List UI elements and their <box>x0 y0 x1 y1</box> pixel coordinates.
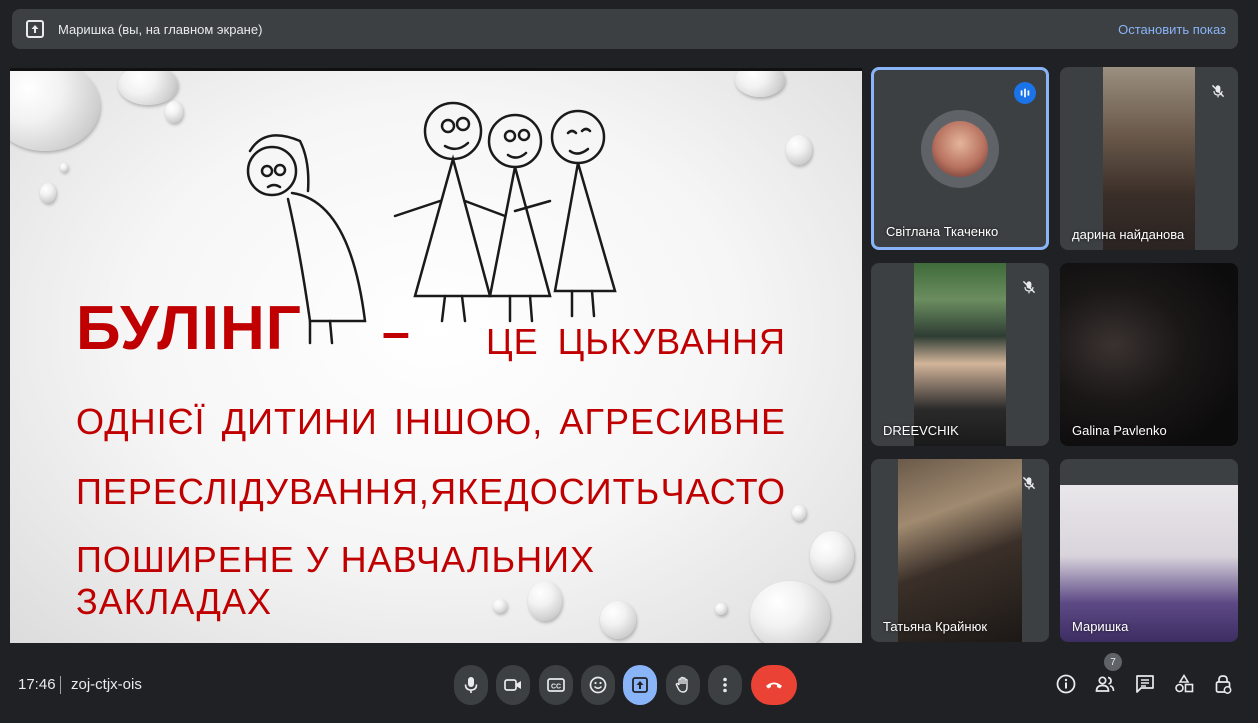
slide-text-line: ПЕРЕСЛІДУВАННЯ, ЯКЕ ДОСИТЬ ЧАСТО <box>76 471 786 513</box>
hang-up-icon <box>766 682 782 689</box>
participant-name: Татьяна Крайнюк <box>883 619 987 634</box>
participant-tile[interactable]: Galina Pavlenko <box>1060 263 1238 446</box>
chat-button[interactable] <box>1134 673 1156 695</box>
participant-count-badge: 7 <box>1104 653 1122 671</box>
slide-word: ПОШИРЕНЕ У НАВЧАЛЬНИХ ЗАКЛАДАХ <box>76 539 595 622</box>
slide-word: АГРЕСИВНЕ <box>559 401 786 442</box>
slide-dash: – <box>382 304 410 360</box>
meeting-details-button[interactable] <box>1055 673 1077 695</box>
emoji-icon <box>589 676 607 694</box>
speaking-indicator-icon <box>1014 82 1036 104</box>
slide-word: ЦЬКУВАННЯ <box>557 321 786 362</box>
slide-word: ЧАСТО <box>660 471 786 512</box>
avatar <box>921 110 999 188</box>
hand-icon <box>675 676 688 693</box>
shapes-icon <box>1175 673 1194 693</box>
slide-text-line: ОДНІЄЇ ДИТИНИ ІНШОЮ, АГРЕСИВНЕ <box>76 401 786 443</box>
present-screen-icon <box>632 677 648 693</box>
activities-button[interactable] <box>1173 673 1195 695</box>
divider <box>60 676 61 694</box>
microphone-button[interactable] <box>454 665 488 705</box>
lock-person-icon <box>1215 675 1232 694</box>
chat-icon <box>1136 675 1154 693</box>
svg-text:CC: CC <box>551 684 561 691</box>
presenting-status-text: Маришка (вы, на главном экране) <box>58 21 263 37</box>
slide-word: ЦЕ <box>486 321 539 362</box>
slide-title: БУЛІНГ <box>76 294 302 363</box>
host-controls-button[interactable] <box>1212 673 1234 695</box>
more-options-button[interactable] <box>708 665 742 705</box>
info-icon <box>1056 674 1076 694</box>
participant-tile[interactable]: дарина найданова <box>1060 67 1238 250</box>
participant-name: дарина найданова <box>1072 227 1185 242</box>
slide-text-line: ПОШИРЕНЕ У НАВЧАЛЬНИХ ЗАКЛАДАХ <box>76 539 786 623</box>
captions-button[interactable]: CC <box>539 665 573 705</box>
slide-word: ДИТИНИ <box>221 401 378 442</box>
people-button[interactable] <box>1094 673 1116 695</box>
present-now-button[interactable] <box>623 665 657 705</box>
participant-name: Світлана Ткаченко <box>886 224 999 239</box>
participant-video <box>1103 67 1195 250</box>
participant-name: DREEVCHIK <box>883 423 959 438</box>
participant-video <box>1060 263 1238 446</box>
people-icon <box>1095 676 1115 692</box>
camera-button[interactable] <box>496 665 530 705</box>
participant-tile[interactable]: Татьяна Крайнюк <box>871 459 1049 642</box>
mic-off-icon <box>1208 81 1228 101</box>
microphone-icon <box>464 677 478 693</box>
leave-call-button[interactable] <box>751 665 797 705</box>
meeting-controls-bar: 17:46 zoj-ctjx-ois CC 7 <box>0 646 1258 723</box>
raise-hand-button[interactable] <box>666 665 700 705</box>
mic-off-icon <box>1019 277 1039 297</box>
stop-presenting-button[interactable]: Остановить показ <box>1118 22 1226 37</box>
slide-word: ДОСИТЬ <box>504 471 661 512</box>
closed-captions-icon: CC <box>547 678 565 692</box>
participant-tile[interactable]: Маришка <box>1060 459 1238 642</box>
camera-icon <box>504 679 521 691</box>
slide-word: ПЕРЕСЛІДУВАННЯ, <box>76 471 430 512</box>
participant-name: Маришка <box>1072 619 1129 634</box>
mic-off-icon <box>1019 473 1039 493</box>
present-screen-icon <box>26 20 44 38</box>
meeting-time: 17:46 <box>18 676 56 693</box>
slide-word: ІНШОЮ, <box>393 401 544 442</box>
meeting-code: zoj-ctjx-ois <box>71 676 142 693</box>
participant-tile[interactable]: DREEVCHIK <box>871 263 1049 446</box>
slide-text-line: ЦЕ ЦЬКУВАННЯ <box>486 321 786 363</box>
slide-word: ОДНІЄЇ <box>76 401 206 442</box>
participant-tile[interactable]: Світлана Ткаченко <box>871 67 1049 250</box>
participant-video <box>914 263 1006 446</box>
participant-name: Galina Pavlenko <box>1072 423 1167 438</box>
more-vert-icon <box>723 677 727 693</box>
reactions-button[interactable] <box>581 665 615 705</box>
shared-slide: БУЛІНГ – ЦЕ ЦЬКУВАННЯ ОДНІЄЇ ДИТИНИ ІНШО… <box>10 68 862 643</box>
slide-word: ЯКЕ <box>430 471 505 512</box>
presenting-banner: Маришка (вы, на главном экране) Останови… <box>12 9 1238 49</box>
participant-video <box>898 459 1022 642</box>
